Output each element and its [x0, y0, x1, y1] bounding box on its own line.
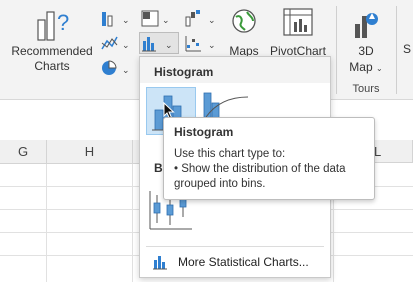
recommended-charts-label-2: Charts [34, 59, 70, 73]
tooltip-line-3: grouped into bins. [174, 178, 266, 190]
recommended-charts-label-1: Recommended [11, 44, 93, 58]
recommended-charts-icon: ? [37, 10, 69, 41]
pie-chart-icon: ⌄ [102, 60, 130, 75]
tooltip-title: Histogram [174, 125, 234, 139]
tooltip-line-1: Use this chart type to: [174, 148, 286, 160]
maps-button[interactable]: Maps [224, 4, 264, 60]
svg-text:⌄: ⌄ [162, 15, 170, 25]
histogram-small-icon [153, 256, 167, 270]
column-header-h[interactable]: H [47, 140, 133, 164]
hierarchy-chart-icon: ⌄ [141, 10, 170, 27]
histogram-tooltip: Histogram Use this chart type to: • Show… [163, 117, 375, 200]
pivotchart-icon [283, 8, 313, 36]
line-chart-button[interactable]: ⌄ [100, 33, 132, 53]
statistic-chart-button[interactable]: ⌄ [139, 32, 179, 54]
column-header-g[interactable]: G [0, 140, 47, 164]
scatter-chart-icon: ⌄ [185, 36, 216, 52]
hierarchy-chart-button[interactable]: ⌄ [140, 8, 172, 28]
line-chart-icon: ⌄ [101, 36, 130, 50]
column-chart-icon: ⌄ [102, 12, 130, 27]
more-statistical-charts-label: More Statistical Charts... [178, 255, 309, 269]
next-button-partial-label: S [403, 42, 412, 56]
svg-text:⌄: ⌄ [165, 40, 173, 50]
tooltip-line-2: • Show the distribution of the data [174, 163, 346, 175]
3d-map-label-2: Map ⌄ [340, 60, 392, 76]
3d-map-button[interactable]: 3D Map ⌄ [340, 4, 392, 80]
svg-text:?: ? [57, 10, 69, 35]
group-separator [336, 6, 337, 94]
grid-line [132, 164, 133, 282]
scatter-chart-button[interactable]: ⌄ [184, 33, 218, 53]
more-statistical-charts-link[interactable]: More Statistical Charts... [146, 251, 324, 273]
chevron-down-icon: ⌄ [375, 64, 383, 73]
menu-divider [146, 246, 324, 247]
waterfall-chart-icon: ⌄ [185, 10, 216, 27]
waterfall-chart-button[interactable]: ⌄ [184, 8, 218, 28]
histogram-icon: ⌄ [142, 37, 173, 52]
column-bar-chart-button[interactable]: ⌄ [100, 8, 132, 28]
grid-line [46, 164, 47, 282]
tours-group-label: Tours [352, 83, 380, 95]
globe-icon [232, 9, 256, 33]
3d-map-icon [355, 13, 378, 38]
3d-map-label-1: 3D [358, 44, 374, 58]
3d-map-label-2-text: Map [349, 60, 373, 74]
svg-text:⌄: ⌄ [208, 40, 216, 50]
svg-text:⌄: ⌄ [122, 65, 130, 75]
recommended-charts-button[interactable]: ? Recommended Charts [6, 4, 98, 79]
histogram-section-title: Histogram [154, 65, 214, 79]
pivotchart-button[interactable]: PivotChart [267, 4, 329, 60]
svg-text:⌄: ⌄ [122, 40, 130, 50]
box-section-title: B [154, 161, 163, 175]
svg-text:⌄: ⌄ [208, 15, 216, 25]
svg-text:⌄: ⌄ [122, 15, 130, 25]
pie-chart-button[interactable]: ⌄ [100, 58, 132, 78]
group-separator-2 [396, 6, 397, 94]
